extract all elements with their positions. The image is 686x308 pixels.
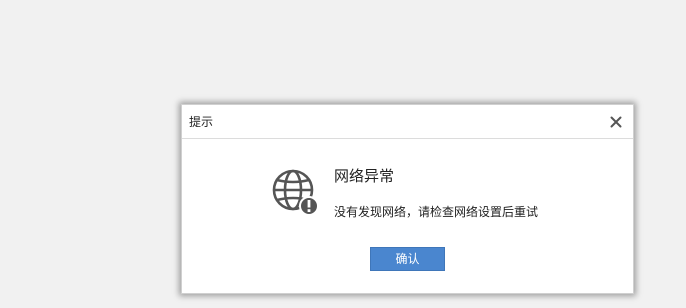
globe-warning-icon: [271, 168, 319, 216]
error-message: 没有发现网络，请检查网络设置后重试: [334, 205, 539, 219]
dialog-header: 提示: [182, 105, 633, 139]
error-heading: 网络异常: [334, 167, 395, 185]
close-icon: [610, 116, 622, 128]
close-button[interactable]: [609, 115, 623, 129]
confirm-button[interactable]: 确认: [370, 247, 445, 271]
dialog-title: 提示: [189, 115, 214, 129]
network-error-dialog: 提示 网络异常 没有发现网络，请检查网络设置后重试 确认: [181, 104, 634, 294]
